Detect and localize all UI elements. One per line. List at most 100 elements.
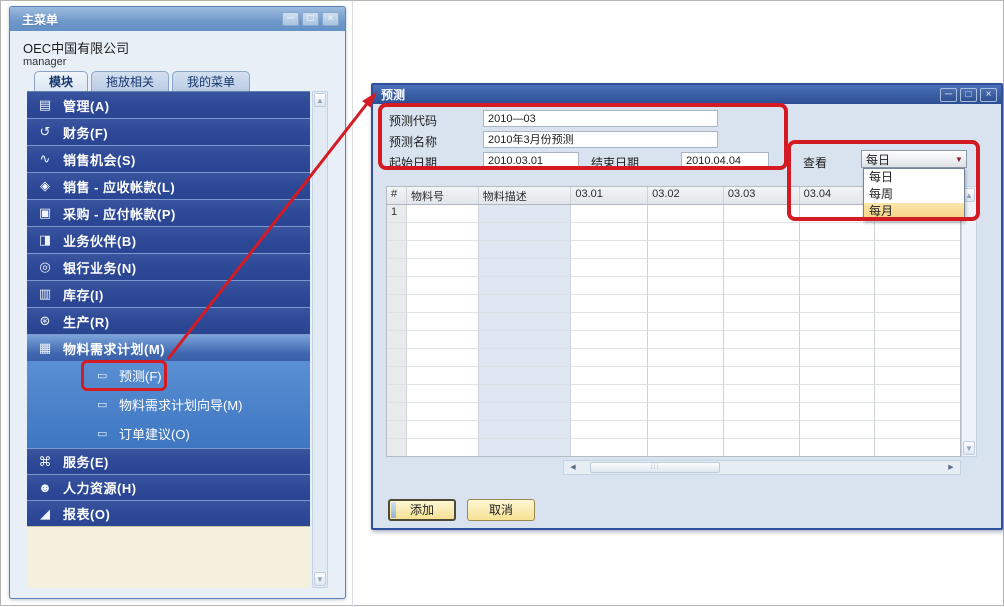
table-cell[interactable] bbox=[648, 223, 724, 241]
table-cell[interactable] bbox=[648, 421, 724, 439]
table-row[interactable] bbox=[387, 331, 960, 349]
table-row[interactable] bbox=[387, 223, 960, 241]
table-row[interactable] bbox=[387, 241, 960, 259]
table-cell[interactable] bbox=[800, 349, 876, 367]
table-cell[interactable] bbox=[407, 403, 479, 421]
table-row[interactable] bbox=[387, 439, 960, 457]
table-cell[interactable] bbox=[387, 349, 407, 367]
table-cell[interactable] bbox=[479, 259, 572, 277]
table-row[interactable] bbox=[387, 367, 960, 385]
table-vertical-scrollbar[interactable]: ▲ ▼ bbox=[961, 186, 977, 457]
table-cell[interactable] bbox=[800, 331, 876, 349]
column-header-item-description[interactable]: 物料描述 bbox=[479, 187, 572, 204]
minimize-icon[interactable]: ─ bbox=[282, 12, 299, 26]
menu-item-purchasing-ap[interactable]: ▣ 采购 - 应付帐款(P) bbox=[27, 199, 310, 226]
table-cell[interactable] bbox=[571, 385, 648, 403]
table-cell[interactable] bbox=[571, 367, 648, 385]
table-cell[interactable] bbox=[800, 367, 876, 385]
table-cell[interactable] bbox=[800, 313, 876, 331]
menu-item-order-recommendation[interactable]: ▭ 订单建议(O) bbox=[27, 419, 310, 448]
table-cell[interactable] bbox=[571, 349, 648, 367]
table-cell[interactable] bbox=[800, 223, 876, 241]
tab-my-menu[interactable]: 我的菜单 bbox=[172, 71, 250, 92]
cancel-button[interactable]: 取消 bbox=[467, 499, 535, 521]
table-cell[interactable] bbox=[875, 223, 960, 241]
table-cell[interactable] bbox=[407, 331, 479, 349]
column-header-0302[interactable]: 03.02 bbox=[648, 187, 724, 204]
table-cell[interactable] bbox=[648, 313, 724, 331]
table-cell[interactable] bbox=[571, 295, 648, 313]
forecast-name-field[interactable]: 2010年3月份预测 bbox=[483, 131, 718, 148]
menu-item-service[interactable]: ⌘ 服务(E) bbox=[27, 448, 310, 474]
forecast-code-field[interactable]: 2010—03 bbox=[483, 110, 718, 127]
menu-item-administration[interactable]: ▤ 管理(A) bbox=[27, 91, 310, 118]
table-horizontal-scrollbar[interactable]: ◀ ⁞⁞⁞ ▶ bbox=[563, 460, 961, 475]
table-cell[interactable] bbox=[571, 205, 648, 223]
table-cell[interactable] bbox=[875, 331, 960, 349]
table-cell[interactable] bbox=[875, 421, 960, 439]
table-cell[interactable] bbox=[648, 205, 724, 223]
minimize-icon[interactable]: ─ bbox=[940, 88, 957, 102]
table-cell[interactable] bbox=[407, 313, 479, 331]
table-cell[interactable] bbox=[648, 259, 724, 277]
table-cell[interactable] bbox=[479, 277, 572, 295]
table-cell[interactable] bbox=[479, 331, 572, 349]
menu-item-inventory[interactable]: ▥ 库存(I) bbox=[27, 280, 310, 307]
table-cell[interactable] bbox=[387, 241, 407, 259]
table-cell[interactable] bbox=[479, 421, 572, 439]
column-header-number[interactable]: # bbox=[387, 187, 407, 204]
table-cell[interactable] bbox=[648, 385, 724, 403]
scroll-right-icon[interactable]: ▶ bbox=[944, 462, 958, 473]
forecast-titlebar[interactable]: 预测 ─ □ × bbox=[373, 85, 1001, 104]
table-cell[interactable] bbox=[724, 295, 800, 313]
table-cell[interactable] bbox=[724, 277, 800, 295]
table-cell[interactable] bbox=[724, 259, 800, 277]
table-cell[interactable]: 1 bbox=[387, 205, 407, 223]
scroll-down-icon[interactable]: ▼ bbox=[314, 572, 326, 586]
table-cell[interactable] bbox=[479, 439, 572, 457]
table-cell[interactable] bbox=[407, 205, 479, 223]
close-icon[interactable]: × bbox=[322, 12, 339, 26]
table-cell[interactable] bbox=[724, 385, 800, 403]
end-date-field[interactable]: 2010.04.04 bbox=[681, 152, 769, 169]
table-row[interactable] bbox=[387, 385, 960, 403]
menu-item-financials[interactable]: ↺ 财务(F) bbox=[27, 118, 310, 145]
table-row[interactable] bbox=[387, 421, 960, 439]
table-cell[interactable] bbox=[571, 241, 648, 259]
table-cell[interactable] bbox=[800, 295, 876, 313]
table-cell[interactable] bbox=[571, 223, 648, 241]
table-cell[interactable] bbox=[479, 295, 572, 313]
table-cell[interactable] bbox=[724, 331, 800, 349]
menu-item-business-partners[interactable]: ◨ 业务伙伴(B) bbox=[27, 226, 310, 253]
column-header-0301[interactable]: 03.01 bbox=[571, 187, 648, 204]
table-cell[interactable] bbox=[387, 223, 407, 241]
view-option-weekly[interactable]: 每周 bbox=[864, 186, 964, 203]
table-cell[interactable] bbox=[407, 277, 479, 295]
tab-drag-relate[interactable]: 拖放相关 bbox=[91, 71, 169, 92]
main-menu-scrollbar[interactable]: ▲ ▼ bbox=[312, 91, 328, 588]
scroll-left-icon[interactable]: ◀ bbox=[566, 462, 580, 473]
menu-item-human-resources[interactable]: ☻ 人力资源(H) bbox=[27, 474, 310, 500]
chevron-down-icon[interactable]: ▼ bbox=[952, 155, 966, 164]
table-cell[interactable] bbox=[479, 403, 572, 421]
menu-item-mrp[interactable]: ▦ 物料需求计划(M) bbox=[27, 334, 310, 361]
table-cell[interactable] bbox=[387, 439, 407, 457]
table-cell[interactable] bbox=[724, 439, 800, 457]
table-cell[interactable] bbox=[407, 259, 479, 277]
table-cell[interactable] bbox=[875, 295, 960, 313]
scroll-up-icon[interactable]: ▲ bbox=[314, 93, 326, 107]
scroll-down-icon[interactable]: ▼ bbox=[963, 441, 975, 455]
table-cell[interactable] bbox=[407, 223, 479, 241]
table-cell[interactable] bbox=[875, 349, 960, 367]
table-cell[interactable] bbox=[571, 259, 648, 277]
table-cell[interactable] bbox=[875, 403, 960, 421]
table-cell[interactable] bbox=[724, 205, 800, 223]
table-cell[interactable] bbox=[407, 367, 479, 385]
table-cell[interactable] bbox=[387, 259, 407, 277]
table-cell[interactable] bbox=[875, 439, 960, 457]
table-cell[interactable] bbox=[800, 421, 876, 439]
column-header-item-no[interactable]: 物料号 bbox=[407, 187, 479, 204]
table-cell[interactable] bbox=[724, 421, 800, 439]
table-cell[interactable] bbox=[724, 403, 800, 421]
main-menu-titlebar[interactable]: 主菜单 ─ □ × bbox=[10, 7, 345, 31]
